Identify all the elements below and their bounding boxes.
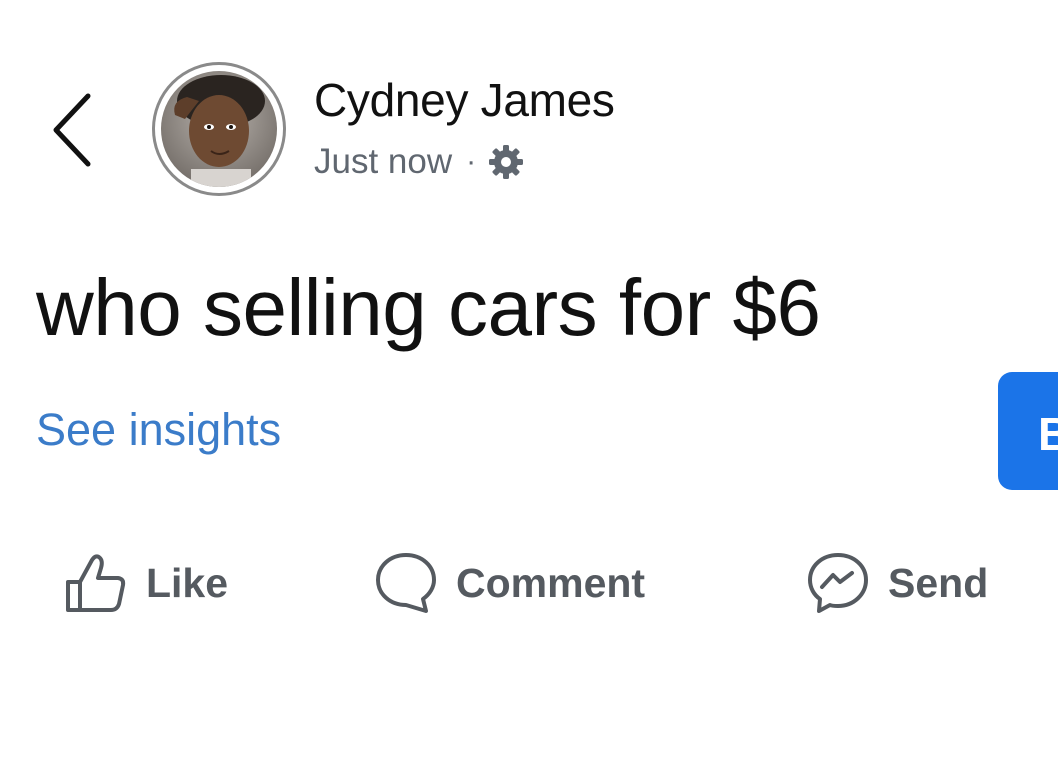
see-insights-link[interactable]: See insights [36, 404, 281, 456]
comment-bubble-icon [376, 553, 436, 613]
profile-photo [161, 71, 277, 187]
like-button[interactable]: Like [64, 548, 228, 618]
send-button[interactable]: Send [806, 548, 988, 618]
thumbs-up-icon [66, 554, 126, 612]
send-label: Send [888, 559, 989, 606]
comment-label: Comment [456, 559, 646, 606]
post-text: who selling cars for $6 [36, 263, 821, 352]
comment-button[interactable]: Comment [374, 548, 645, 618]
like-label: Like [146, 559, 229, 606]
timestamp: Just now [314, 142, 453, 181]
messenger-icon [808, 553, 868, 613]
chevron-left-icon [53, 93, 91, 167]
gear-icon[interactable] [488, 144, 524, 180]
post-meta: Just now · [314, 142, 524, 182]
boost-button[interactable]: B [998, 372, 1058, 490]
separator: · [466, 145, 477, 178]
avatar[interactable] [152, 62, 286, 196]
back-button[interactable] [48, 92, 98, 168]
author-name[interactable]: Cydney James [314, 73, 615, 127]
